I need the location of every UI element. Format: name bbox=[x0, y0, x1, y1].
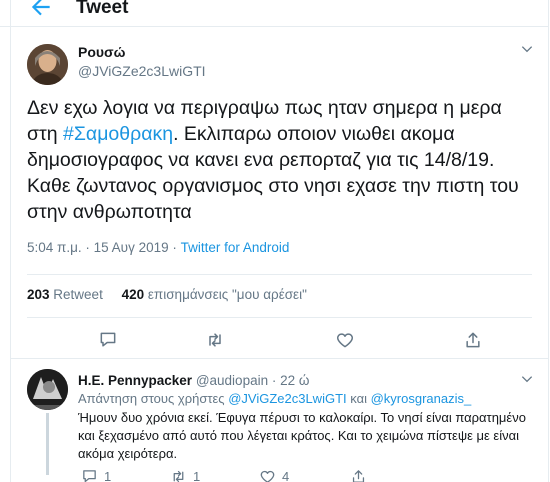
share-icon[interactable] bbox=[463, 330, 483, 350]
author-name[interactable]: Ρουσώ bbox=[78, 44, 125, 60]
hashtag-link[interactable]: #Σαμοθρακη bbox=[63, 123, 173, 145]
comment-icon bbox=[83, 469, 96, 482]
reply-text: Ήμουν δυο χρόνια εκεί. Έφυγα πέρυσι το κ… bbox=[78, 410, 526, 461]
tweet-source[interactable]: Twitter for Android bbox=[181, 240, 290, 255]
replying-conjunction: και bbox=[346, 391, 371, 406]
likes-label: επισημάνσεις "μου αρέσει" bbox=[147, 287, 307, 302]
thread-line bbox=[46, 413, 49, 475]
divider bbox=[27, 274, 532, 275]
column-border-left bbox=[10, 0, 11, 482]
heart-icon[interactable] bbox=[335, 330, 355, 350]
chevron-down-icon[interactable] bbox=[520, 372, 534, 386]
retweet-icon[interactable] bbox=[205, 330, 225, 350]
reply-separator: · bbox=[271, 373, 277, 388]
retweets-stat[interactable]: 203 Retweet bbox=[27, 287, 103, 302]
meta-separator: · bbox=[85, 240, 90, 255]
mention-link[interactable]: @kyrosgranazis_ bbox=[371, 391, 472, 406]
reply-time[interactable]: 22 ώ bbox=[280, 373, 309, 388]
author-handle[interactable]: @JViGZe2c3LwiGTI bbox=[78, 63, 206, 79]
replying-prefix: Απάντηση στους χρήστες bbox=[78, 391, 229, 406]
reply-like-button[interactable]: 4 bbox=[259, 467, 289, 482]
reply-share-button[interactable] bbox=[350, 467, 367, 482]
retweets-count: 203 bbox=[27, 287, 50, 302]
reply-retweet-count: 1 bbox=[193, 468, 201, 482]
share-icon bbox=[352, 469, 365, 482]
arrow-left-icon[interactable] bbox=[28, 0, 54, 20]
reply-comment-button[interactable]: 1 bbox=[81, 467, 111, 482]
chevron-down-icon[interactable] bbox=[520, 42, 534, 56]
author-avatar[interactable] bbox=[27, 44, 68, 85]
page-title: Tweet bbox=[76, 0, 129, 18]
reply-author-name[interactable]: H.E. Pennypacker bbox=[78, 373, 192, 388]
heart-icon bbox=[260, 470, 275, 482]
tweet-metadata: 5:04 π.μ. · 15 Αυγ 2019 · Twitter for An… bbox=[27, 240, 289, 255]
replying-to: Απάντηση στους χρήστες @JViGZe2c3LwiGTI … bbox=[78, 391, 471, 406]
reply-retweet-button[interactable]: 1 bbox=[170, 467, 200, 482]
reply-author-avatar[interactable] bbox=[27, 369, 68, 410]
reply-like-count: 4 bbox=[282, 468, 290, 482]
divider bbox=[11, 358, 548, 359]
header-bar: Tweet bbox=[0, 0, 550, 22]
column-border-right bbox=[548, 0, 549, 482]
divider bbox=[27, 317, 532, 318]
tweet-text: Δεν εχω λογια να περιγραψω πως ηταν σημε… bbox=[27, 95, 532, 225]
tweet-stats: 203 Retweet 420 επισημάνσεις "μου αρέσει… bbox=[27, 287, 307, 302]
retweets-label: Retweet bbox=[53, 287, 103, 302]
header-divider bbox=[0, 26, 548, 27]
mention-link[interactable]: @JViGZe2c3LwiGTI bbox=[228, 391, 346, 406]
reply-comment-count: 1 bbox=[104, 468, 112, 482]
reply-header: H.E. Pennypacker @audiopain · 22 ώ bbox=[78, 373, 309, 388]
comment-icon[interactable] bbox=[98, 330, 118, 350]
tweet-time[interactable]: 5:04 π.μ. bbox=[27, 240, 82, 255]
meta-separator: · bbox=[172, 240, 177, 255]
likes-stat[interactable]: 420 επισημάνσεις "μου αρέσει" bbox=[122, 287, 307, 302]
likes-count: 420 bbox=[121, 287, 145, 302]
tweet-date[interactable]: 15 Αυγ 2019 bbox=[94, 240, 169, 255]
retweet-icon bbox=[173, 470, 184, 482]
reply-author-handle[interactable]: @audiopain bbox=[196, 373, 268, 388]
